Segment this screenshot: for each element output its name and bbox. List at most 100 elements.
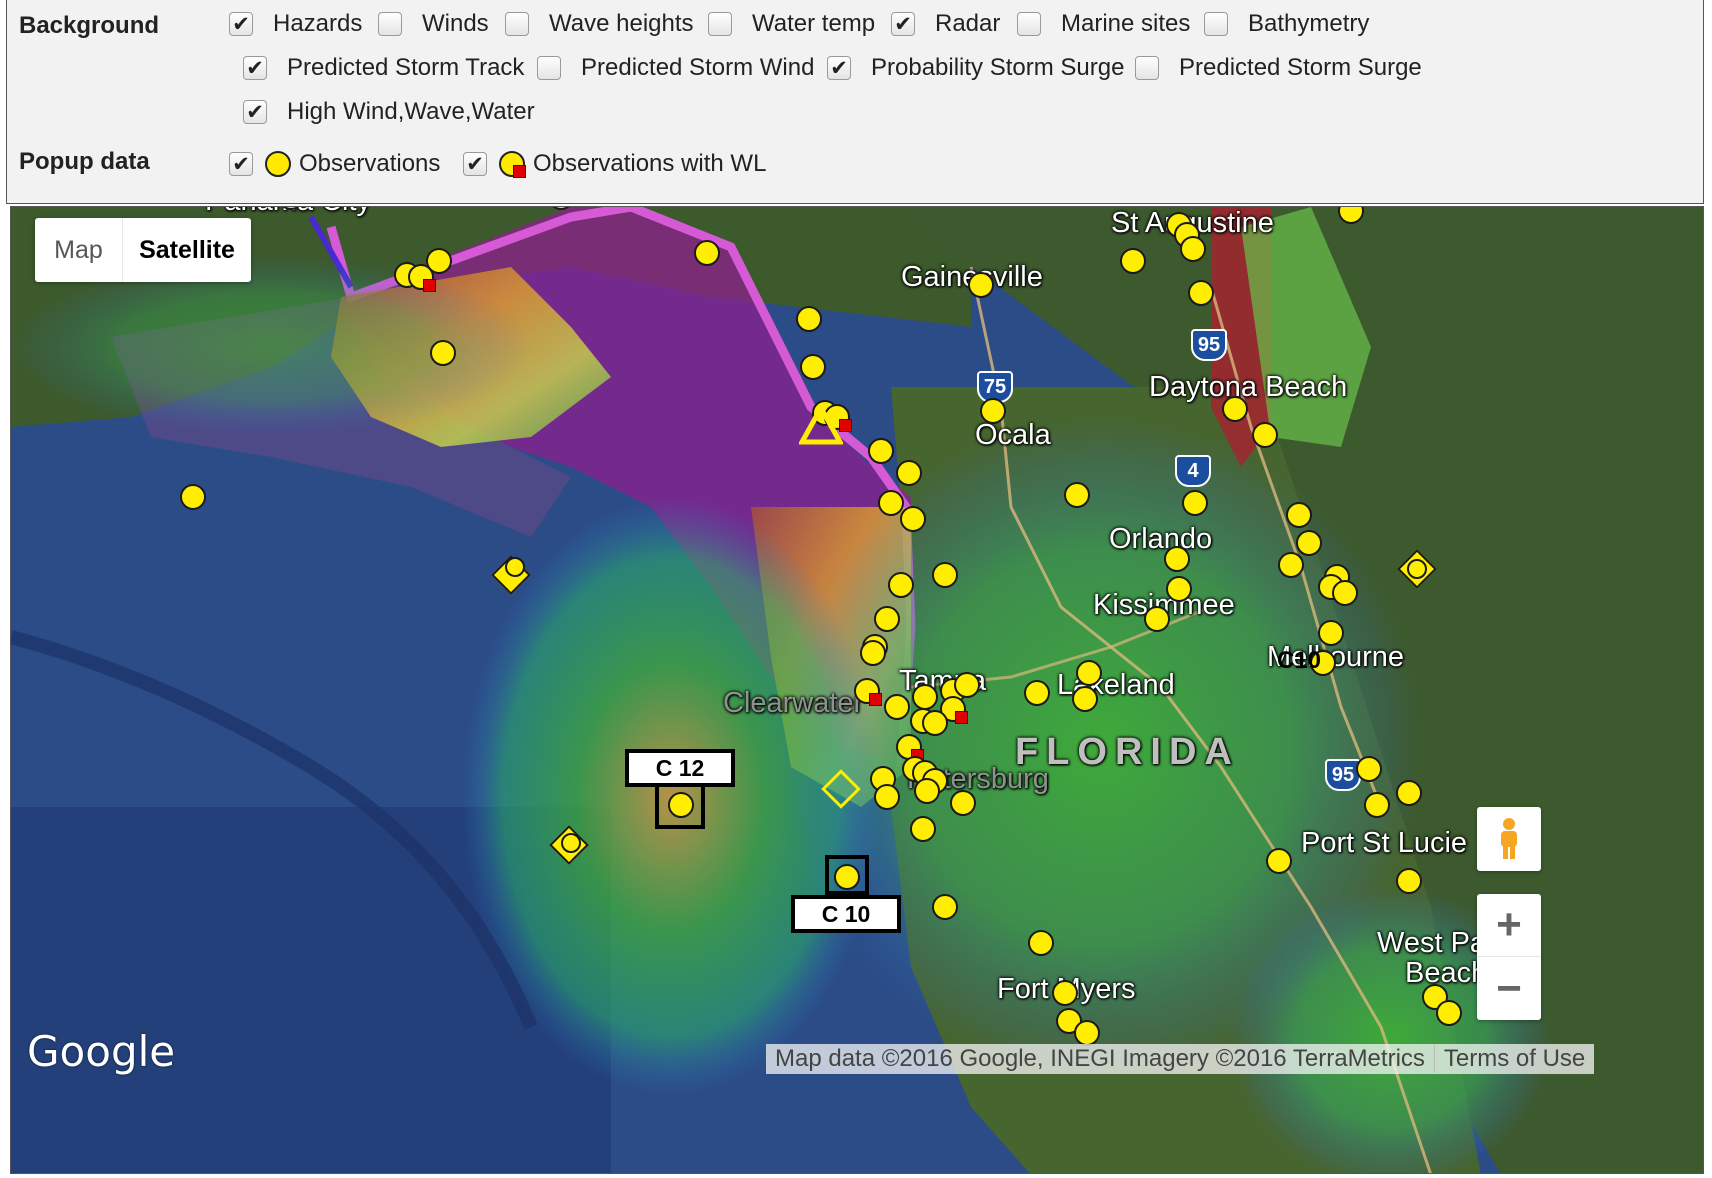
option-wave-heights[interactable]: Wave heights — [505, 10, 694, 38]
observation-marker[interactable] — [180, 484, 206, 510]
option-label: Hazards — [273, 10, 363, 37]
map-type-satellite-button[interactable]: Satellite — [123, 218, 251, 282]
marine-sites-checkbox[interactable] — [1017, 12, 1041, 36]
zoom-in-button[interactable]: + — [1477, 894, 1541, 957]
observation-marker[interactable] — [874, 784, 900, 810]
observation-marker[interactable] — [878, 490, 904, 516]
observation-marker[interactable] — [932, 894, 958, 920]
hazards-checkbox[interactable]: ✔ — [229, 12, 253, 36]
observation-marker[interactable] — [800, 354, 826, 380]
observation-marker[interactable] — [1144, 606, 1170, 632]
observation-marker[interactable] — [910, 816, 936, 842]
buoy-c12-label[interactable]: C 12 — [625, 749, 735, 787]
observation-wl-marker[interactable] — [854, 678, 882, 706]
option-winds[interactable]: Winds — [378, 10, 489, 38]
observation-marker[interactable] — [954, 672, 980, 698]
observation-marker[interactable] — [922, 710, 948, 736]
map-canvas[interactable]: Panama City St Augustine Gainesville Day… — [10, 206, 1704, 1174]
observation-marker[interactable] — [1164, 546, 1190, 572]
observation-marker[interactable] — [1166, 576, 1192, 602]
observation-marker[interactable] — [860, 640, 886, 666]
observation-marker[interactable] — [1072, 686, 1098, 712]
water-temp-checkbox[interactable] — [708, 12, 732, 36]
observation-marker[interactable] — [874, 606, 900, 632]
observation-marker[interactable] — [1188, 280, 1214, 306]
option-observations-with-wl[interactable]: ✔ Observations with WL — [463, 150, 766, 178]
observation-marker[interactable] — [1356, 756, 1382, 782]
wave-heights-checkbox[interactable] — [505, 12, 529, 36]
observation-marker[interactable] — [1396, 868, 1422, 894]
observation-marker[interactable] — [980, 398, 1006, 424]
option-high-wind-wave-water[interactable]: ✔ High Wind,Wave,Water — [243, 98, 535, 126]
option-hazards[interactable]: ✔ Hazards — [229, 10, 362, 38]
observation-marker[interactable] — [884, 694, 910, 720]
observation-marker[interactable] — [1180, 236, 1206, 262]
buoy-c10-label[interactable]: C 10 — [791, 895, 901, 933]
observation-marker[interactable] — [1222, 396, 1248, 422]
observation-marker[interactable] — [1332, 580, 1358, 606]
option-radar[interactable]: ✔ Radar — [891, 10, 1000, 38]
option-label: Radar — [935, 10, 1001, 37]
map-type-map-button[interactable]: Map — [35, 218, 123, 282]
observation-marker[interactable] — [1074, 1020, 1100, 1046]
observation-marker[interactable] — [1120, 248, 1146, 274]
option-predicted-storm-wind[interactable]: Predicted Storm Wind — [537, 54, 814, 82]
probability-storm-surge-checkbox[interactable]: ✔ — [827, 56, 851, 80]
observation-marker[interactable] — [932, 562, 958, 588]
street-view-pegman-button[interactable] — [1477, 807, 1541, 871]
observations-with-wl-checkbox[interactable]: ✔ — [463, 152, 487, 176]
observation-marker[interactable] — [912, 684, 938, 710]
observation-marker[interactable] — [505, 557, 525, 577]
winds-checkbox[interactable] — [378, 12, 402, 36]
observation-marker[interactable] — [1052, 980, 1078, 1006]
observation-marker[interactable] — [1182, 490, 1208, 516]
option-water-temp[interactable]: Water temp — [708, 10, 875, 38]
observation-marker[interactable] — [914, 778, 940, 804]
observation-marker[interactable] — [1064, 482, 1090, 508]
place-port-st-lucie: Port St Lucie — [1301, 827, 1468, 859]
observation-marker[interactable] — [694, 240, 720, 266]
predicted-storm-surge-checkbox[interactable] — [1135, 56, 1159, 80]
observation-marker[interactable] — [888, 572, 914, 598]
observation-marker[interactable] — [868, 438, 894, 464]
observation-marker[interactable] — [950, 790, 976, 816]
option-label: Marine sites — [1061, 10, 1191, 37]
observation-marker[interactable] — [900, 506, 926, 532]
terms-of-use-link[interactable]: Terms of Use — [1433, 1045, 1594, 1073]
observation-marker[interactable] — [1318, 620, 1344, 646]
observation-marker[interactable] — [561, 833, 581, 853]
place-daytona-beach: Daytona Beach — [1149, 371, 1348, 403]
option-bathymetry[interactable]: Bathymetry — [1204, 10, 1369, 38]
observation-marker[interactable] — [1396, 780, 1422, 806]
bathymetry-checkbox[interactable] — [1204, 12, 1228, 36]
observation-marker[interactable] — [1024, 680, 1050, 706]
observation-marker[interactable] — [426, 248, 452, 274]
observation-marker[interactable] — [1407, 559, 1427, 579]
observation-marker[interactable] — [1286, 502, 1312, 528]
observation-marker[interactable] — [896, 460, 922, 486]
observation-marker[interactable] — [1296, 530, 1322, 556]
observation-marker[interactable] — [968, 272, 994, 298]
predicted-storm-track-checkbox[interactable]: ✔ — [243, 56, 267, 80]
warning-triangle-icon[interactable] — [799, 405, 843, 445]
zoom-out-button[interactable]: − — [1477, 957, 1541, 1020]
option-observations[interactable]: ✔ Observations — [229, 150, 440, 178]
radar-checkbox[interactable]: ✔ — [891, 12, 915, 36]
option-predicted-storm-track[interactable]: ✔ Predicted Storm Track — [243, 54, 524, 82]
observation-marker[interactable] — [1252, 422, 1278, 448]
observation-marker[interactable] — [1436, 1000, 1462, 1026]
option-predicted-storm-surge[interactable]: Predicted Storm Surge — [1135, 54, 1422, 82]
option-marine-sites[interactable]: Marine sites — [1017, 10, 1190, 38]
observation-marker[interactable] — [1028, 930, 1054, 956]
observation-marker[interactable] — [796, 306, 822, 332]
predicted-storm-wind-checkbox[interactable] — [537, 56, 561, 80]
high-wind-wave-water-checkbox[interactable]: ✔ — [243, 100, 267, 124]
option-probability-storm-surge[interactable]: ✔ Probability Storm Surge — [827, 54, 1124, 82]
observation-marker[interactable] — [1278, 552, 1304, 578]
option-label: Bathymetry — [1248, 10, 1370, 37]
observation-marker[interactable] — [1266, 848, 1292, 874]
observations-checkbox[interactable]: ✔ — [229, 152, 253, 176]
observation-marker[interactable] — [1364, 792, 1390, 818]
observation-marker[interactable] — [1076, 660, 1102, 686]
observation-marker[interactable] — [430, 340, 456, 366]
